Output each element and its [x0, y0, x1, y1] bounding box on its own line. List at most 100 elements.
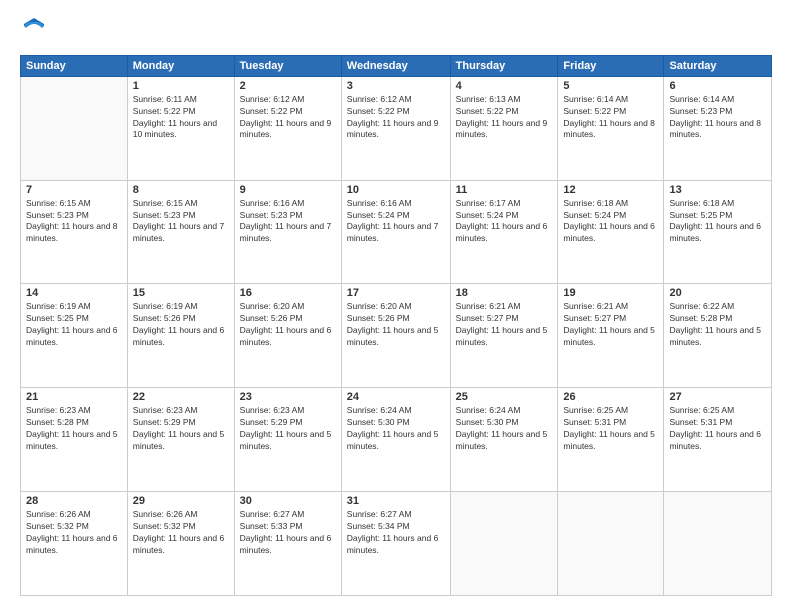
calendar-cell: 2 Sunrise: 6:12 AMSunset: 5:22 PMDayligh… [234, 76, 341, 180]
day-number: 16 [240, 287, 336, 299]
day-number: 28 [26, 495, 122, 507]
day-number: 27 [669, 391, 766, 403]
calendar-cell: 22 Sunrise: 6:23 AMSunset: 5:29 PMDaylig… [127, 388, 234, 492]
day-number: 23 [240, 391, 336, 403]
day-number: 29 [133, 495, 229, 507]
day-number: 31 [347, 495, 445, 507]
day-number: 22 [133, 391, 229, 403]
day-number: 4 [456, 80, 553, 92]
calendar-cell: 9 Sunrise: 6:16 AMSunset: 5:23 PMDayligh… [234, 180, 341, 284]
calendar-cell [664, 492, 772, 596]
day-info: Sunrise: 6:20 AMSunset: 5:26 PMDaylight:… [347, 301, 445, 349]
weekday-friday: Friday [558, 55, 664, 76]
day-info: Sunrise: 6:14 AMSunset: 5:23 PMDaylight:… [669, 94, 766, 142]
day-info: Sunrise: 6:19 AMSunset: 5:25 PMDaylight:… [26, 301, 122, 349]
day-info: Sunrise: 6:12 AMSunset: 5:22 PMDaylight:… [347, 94, 445, 142]
calendar-cell: 4 Sunrise: 6:13 AMSunset: 5:22 PMDayligh… [450, 76, 558, 180]
calendar-cell: 5 Sunrise: 6:14 AMSunset: 5:22 PMDayligh… [558, 76, 664, 180]
calendar-cell: 20 Sunrise: 6:22 AMSunset: 5:28 PMDaylig… [664, 284, 772, 388]
day-info: Sunrise: 6:15 AMSunset: 5:23 PMDaylight:… [26, 198, 122, 246]
day-info: Sunrise: 6:26 AMSunset: 5:32 PMDaylight:… [133, 509, 229, 557]
calendar-cell: 21 Sunrise: 6:23 AMSunset: 5:28 PMDaylig… [21, 388, 128, 492]
day-info: Sunrise: 6:13 AMSunset: 5:22 PMDaylight:… [456, 94, 553, 142]
calendar-cell: 1 Sunrise: 6:11 AMSunset: 5:22 PMDayligh… [127, 76, 234, 180]
calendar-cell: 3 Sunrise: 6:12 AMSunset: 5:22 PMDayligh… [341, 76, 450, 180]
day-info: Sunrise: 6:26 AMSunset: 5:32 PMDaylight:… [26, 509, 122, 557]
day-number: 25 [456, 391, 553, 403]
day-number: 19 [563, 287, 658, 299]
calendar-cell: 12 Sunrise: 6:18 AMSunset: 5:24 PMDaylig… [558, 180, 664, 284]
day-info: Sunrise: 6:21 AMSunset: 5:27 PMDaylight:… [456, 301, 553, 349]
day-info: Sunrise: 6:15 AMSunset: 5:23 PMDaylight:… [133, 198, 229, 246]
weekday-saturday: Saturday [664, 55, 772, 76]
calendar-page: SundayMondayTuesdayWednesdayThursdayFrid… [0, 0, 792, 612]
calendar-cell [21, 76, 128, 180]
day-number: 11 [456, 184, 553, 196]
calendar-cell: 13 Sunrise: 6:18 AMSunset: 5:25 PMDaylig… [664, 180, 772, 284]
day-info: Sunrise: 6:20 AMSunset: 5:26 PMDaylight:… [240, 301, 336, 349]
day-info: Sunrise: 6:24 AMSunset: 5:30 PMDaylight:… [456, 405, 553, 453]
day-number: 17 [347, 287, 445, 299]
calendar-cell: 23 Sunrise: 6:23 AMSunset: 5:29 PMDaylig… [234, 388, 341, 492]
week-row-0: 1 Sunrise: 6:11 AMSunset: 5:22 PMDayligh… [21, 76, 772, 180]
day-info: Sunrise: 6:18 AMSunset: 5:25 PMDaylight:… [669, 198, 766, 246]
day-number: 14 [26, 287, 122, 299]
day-info: Sunrise: 6:14 AMSunset: 5:22 PMDaylight:… [563, 94, 658, 142]
day-info: Sunrise: 6:23 AMSunset: 5:29 PMDaylight:… [240, 405, 336, 453]
day-info: Sunrise: 6:18 AMSunset: 5:24 PMDaylight:… [563, 198, 658, 246]
day-number: 13 [669, 184, 766, 196]
day-info: Sunrise: 6:24 AMSunset: 5:30 PMDaylight:… [347, 405, 445, 453]
header [20, 16, 772, 45]
weekday-wednesday: Wednesday [341, 55, 450, 76]
calendar-cell: 26 Sunrise: 6:25 AMSunset: 5:31 PMDaylig… [558, 388, 664, 492]
week-row-2: 14 Sunrise: 6:19 AMSunset: 5:25 PMDaylig… [21, 284, 772, 388]
calendar-table: SundayMondayTuesdayWednesdayThursdayFrid… [20, 55, 772, 596]
calendar-cell: 25 Sunrise: 6:24 AMSunset: 5:30 PMDaylig… [450, 388, 558, 492]
calendar-cell: 28 Sunrise: 6:26 AMSunset: 5:32 PMDaylig… [21, 492, 128, 596]
day-number: 8 [133, 184, 229, 196]
calendar-cell: 31 Sunrise: 6:27 AMSunset: 5:34 PMDaylig… [341, 492, 450, 596]
day-info: Sunrise: 6:21 AMSunset: 5:27 PMDaylight:… [563, 301, 658, 349]
day-number: 2 [240, 80, 336, 92]
day-number: 5 [563, 80, 658, 92]
day-info: Sunrise: 6:22 AMSunset: 5:28 PMDaylight:… [669, 301, 766, 349]
calendar-cell: 17 Sunrise: 6:20 AMSunset: 5:26 PMDaylig… [341, 284, 450, 388]
day-number: 1 [133, 80, 229, 92]
day-info: Sunrise: 6:25 AMSunset: 5:31 PMDaylight:… [563, 405, 658, 453]
calendar-cell: 19 Sunrise: 6:21 AMSunset: 5:27 PMDaylig… [558, 284, 664, 388]
calendar-cell [450, 492, 558, 596]
calendar-cell: 18 Sunrise: 6:21 AMSunset: 5:27 PMDaylig… [450, 284, 558, 388]
day-number: 24 [347, 391, 445, 403]
calendar-cell: 14 Sunrise: 6:19 AMSunset: 5:25 PMDaylig… [21, 284, 128, 388]
logo-icon [22, 16, 46, 40]
day-info: Sunrise: 6:23 AMSunset: 5:29 PMDaylight:… [133, 405, 229, 453]
calendar-cell: 15 Sunrise: 6:19 AMSunset: 5:26 PMDaylig… [127, 284, 234, 388]
week-row-4: 28 Sunrise: 6:26 AMSunset: 5:32 PMDaylig… [21, 492, 772, 596]
calendar-cell: 7 Sunrise: 6:15 AMSunset: 5:23 PMDayligh… [21, 180, 128, 284]
day-number: 30 [240, 495, 336, 507]
week-row-1: 7 Sunrise: 6:15 AMSunset: 5:23 PMDayligh… [21, 180, 772, 284]
weekday-header-row: SundayMondayTuesdayWednesdayThursdayFrid… [21, 55, 772, 76]
calendar-cell: 10 Sunrise: 6:16 AMSunset: 5:24 PMDaylig… [341, 180, 450, 284]
day-number: 7 [26, 184, 122, 196]
day-info: Sunrise: 6:12 AMSunset: 5:22 PMDaylight:… [240, 94, 336, 142]
day-number: 20 [669, 287, 766, 299]
day-info: Sunrise: 6:23 AMSunset: 5:28 PMDaylight:… [26, 405, 122, 453]
day-info: Sunrise: 6:27 AMSunset: 5:33 PMDaylight:… [240, 509, 336, 557]
weekday-tuesday: Tuesday [234, 55, 341, 76]
day-info: Sunrise: 6:11 AMSunset: 5:22 PMDaylight:… [133, 94, 229, 142]
calendar-cell: 24 Sunrise: 6:24 AMSunset: 5:30 PMDaylig… [341, 388, 450, 492]
calendar-cell: 8 Sunrise: 6:15 AMSunset: 5:23 PMDayligh… [127, 180, 234, 284]
day-number: 26 [563, 391, 658, 403]
day-number: 15 [133, 287, 229, 299]
calendar-cell: 30 Sunrise: 6:27 AMSunset: 5:33 PMDaylig… [234, 492, 341, 596]
day-info: Sunrise: 6:16 AMSunset: 5:24 PMDaylight:… [347, 198, 445, 246]
day-number: 18 [456, 287, 553, 299]
day-number: 6 [669, 80, 766, 92]
calendar-cell [558, 492, 664, 596]
day-number: 3 [347, 80, 445, 92]
calendar-cell: 16 Sunrise: 6:20 AMSunset: 5:26 PMDaylig… [234, 284, 341, 388]
weekday-thursday: Thursday [450, 55, 558, 76]
week-row-3: 21 Sunrise: 6:23 AMSunset: 5:28 PMDaylig… [21, 388, 772, 492]
logo [20, 16, 46, 45]
